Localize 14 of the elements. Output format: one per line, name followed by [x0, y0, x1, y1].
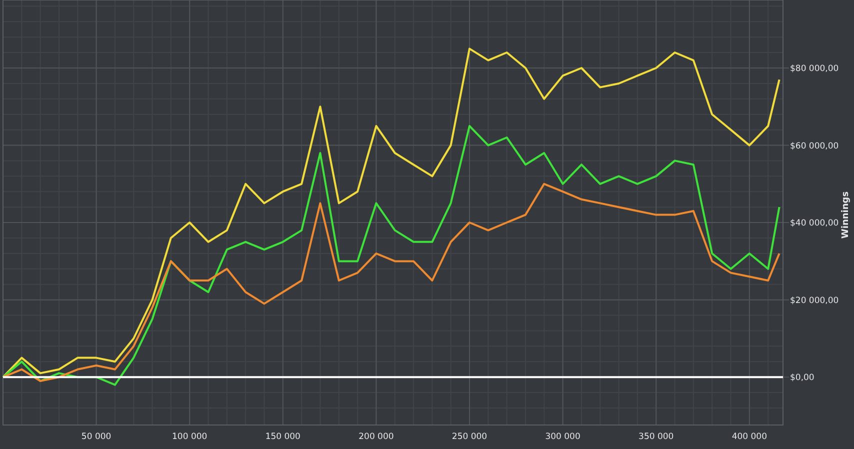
x-tick-label: 250 000	[452, 432, 488, 442]
x-tick-label: 50 000	[81, 432, 112, 442]
x-tick-label: 400 000	[732, 432, 767, 442]
axis-title: Winnings	[841, 191, 851, 239]
y-tick-label: $20 000,00	[790, 296, 839, 306]
x-tick-label: 350 000	[638, 432, 674, 442]
y-tick-label: $40 000,00	[790, 218, 839, 229]
x-tick-label: 100 000	[172, 432, 208, 442]
y-tick-label: $60 000,00	[790, 141, 839, 152]
y-tick-label: $80 000,00	[790, 64, 839, 74]
x-tick-label: 200 000	[358, 432, 394, 442]
x-tick-label: 150 000	[265, 432, 300, 442]
y-tick-label: $0,00	[790, 373, 814, 384]
x-tick-label: 300 000	[545, 432, 580, 442]
